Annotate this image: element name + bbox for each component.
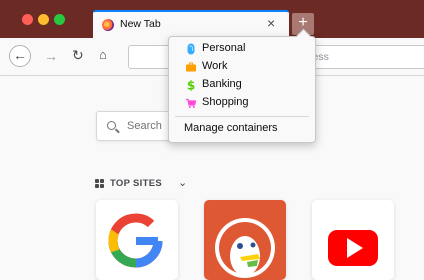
cart-icon — [186, 98, 196, 108]
google-icon — [108, 213, 163, 268]
menu-item-label: Work — [202, 60, 228, 72]
container-item-shopping[interactable]: Shopping — [169, 94, 315, 112]
close-tab-icon[interactable]: × — [267, 15, 275, 31]
dollar-icon: $ — [187, 79, 195, 91]
tab-title: New Tab — [120, 18, 161, 30]
youtube-icon — [328, 230, 378, 266]
container-item-work[interactable]: Work — [169, 58, 315, 76]
home-button[interactable]: ⌂ — [99, 47, 107, 62]
back-button[interactable]: ← — [9, 45, 31, 67]
firefox-icon — [102, 19, 114, 31]
tab-new-tab[interactable]: New Tab × — [93, 10, 289, 38]
top-sites-label: TOP SITES — [110, 178, 162, 189]
menu-item-label: Banking — [202, 78, 242, 90]
top-site-tile-youtube[interactable] — [312, 200, 394, 280]
search-icon — [107, 121, 116, 130]
forward-button[interactable]: → — [44, 48, 58, 64]
container-item-banking[interactable]: $ Banking — [169, 76, 315, 94]
fingerprint-icon — [187, 43, 195, 55]
tab-strip: New Tab × + — [0, 0, 424, 38]
briefcase-icon — [186, 62, 196, 72]
grid-icon — [95, 179, 105, 189]
reload-button[interactable]: ↻ — [72, 47, 84, 64]
manage-containers-label: Manage containers — [184, 122, 278, 134]
top-site-tile-duckduckgo[interactable] — [204, 200, 286, 280]
chevron-down-icon[interactable]: ⌄ — [178, 176, 187, 189]
manage-containers-item[interactable]: Manage containers — [169, 120, 315, 138]
container-item-personal[interactable]: Personal — [169, 40, 315, 58]
duckduckgo-icon — [204, 200, 286, 280]
top-site-tile-google[interactable] — [96, 200, 178, 280]
menu-divider — [175, 116, 309, 117]
menu-item-label: Shopping — [202, 96, 249, 108]
container-menu: Personal Work $ Banking Shopping Manage … — [168, 28, 316, 143]
window-zoom-button[interactable] — [54, 14, 65, 25]
svg-text:$: $ — [187, 79, 195, 91]
window-minimize-button[interactable] — [38, 14, 49, 25]
search-placeholder: Search — [127, 120, 162, 132]
menu-item-label: Personal — [202, 42, 246, 54]
window-close-button[interactable] — [22, 14, 33, 25]
